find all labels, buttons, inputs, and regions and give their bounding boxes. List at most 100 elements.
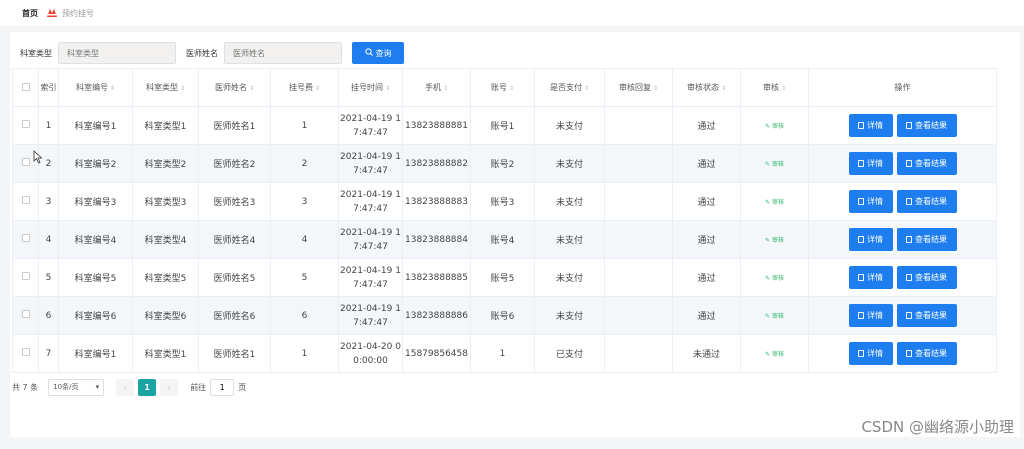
view-result-button[interactable]: 查看结果 bbox=[896, 266, 957, 289]
select-all-checkbox[interactable] bbox=[21, 82, 30, 91]
col-doctor[interactable]: 医师姓名 ⇕ bbox=[198, 68, 271, 107]
row-select-cell[interactable] bbox=[12, 334, 39, 373]
next-page-button[interactable]: › bbox=[160, 378, 179, 396]
detail-button[interactable]: 详情 bbox=[848, 266, 893, 289]
detail-button[interactable]: 详情 bbox=[848, 152, 893, 175]
col-dept-type[interactable]: 科室类型 ⇕ bbox=[132, 68, 199, 107]
row-checkbox[interactable] bbox=[21, 120, 30, 128]
sort-icon[interactable]: ⇕ bbox=[721, 85, 726, 92]
row-select-cell[interactable] bbox=[12, 182, 39, 221]
cell-audit: ✎ 审核 bbox=[740, 144, 809, 183]
sort-icon[interactable]: ⇕ bbox=[653, 85, 658, 92]
col-fee[interactable]: 挂号费 ⇕ bbox=[270, 68, 339, 107]
row-select-cell[interactable] bbox=[12, 258, 39, 297]
col-account[interactable]: 账号 ⇕ bbox=[470, 68, 535, 107]
view-result-button[interactable]: 查看结果 bbox=[896, 228, 957, 251]
breadcrumb-current[interactable]: 预约挂号 bbox=[62, 8, 94, 19]
view-result-button[interactable]: 查看结果 bbox=[896, 114, 957, 137]
sort-icon[interactable]: ⇕ bbox=[781, 85, 786, 92]
edit-icon: ✎ bbox=[765, 198, 771, 206]
dept-type-input[interactable] bbox=[58, 42, 176, 64]
table-row: 2 科室编号2 科室类型2 医师姓名2 2 2021-04-19 1 7:47:47 1382… bbox=[12, 144, 997, 183]
cell-phone: 15879856458 bbox=[402, 334, 471, 373]
cell-doctor: 医师姓名1 bbox=[198, 334, 271, 373]
cell-dept-no: 科室编号1 bbox=[58, 334, 133, 373]
detail-button[interactable]: 详情 bbox=[848, 304, 893, 327]
breadcrumb-home[interactable]: 首页 bbox=[22, 8, 38, 19]
detail-button[interactable]: 详情 bbox=[848, 342, 893, 365]
row-checkbox[interactable] bbox=[21, 272, 30, 280]
cell-time-line1: 2021-04-19 1 bbox=[340, 113, 401, 124]
page-button-current[interactable]: 1 bbox=[138, 378, 157, 396]
cell-phone: 13823888883 bbox=[402, 182, 471, 221]
cell-audit: ✎ 审核 bbox=[740, 334, 809, 373]
detail-button[interactable]: 详情 bbox=[848, 190, 893, 213]
row-checkbox[interactable] bbox=[21, 310, 30, 318]
audit-link[interactable]: ✎ 审核 bbox=[765, 275, 784, 282]
document-icon bbox=[906, 312, 912, 319]
prev-page-button[interactable]: ‹ bbox=[116, 378, 135, 396]
query-button[interactable]: 查询 bbox=[352, 42, 404, 64]
row-checkbox[interactable] bbox=[21, 196, 30, 204]
col-audit[interactable]: 审核 ⇕ bbox=[740, 68, 809, 107]
row-checkbox[interactable] bbox=[21, 234, 30, 242]
watermark: CSDN @幽络源小助理 bbox=[861, 418, 1014, 436]
col-dept-no[interactable]: 科室编号 ⇕ bbox=[58, 68, 133, 107]
audit-link[interactable]: ✎ 审核 bbox=[765, 123, 784, 130]
select-all-cell[interactable] bbox=[12, 68, 39, 107]
audit-link[interactable]: ✎ 审核 bbox=[765, 161, 784, 168]
cell-status: 通过 bbox=[672, 258, 741, 297]
audit-link[interactable]: ✎ 审核 bbox=[765, 199, 784, 206]
cell-time: 2021-04-19 1 7:47:47 bbox=[338, 144, 403, 183]
table-row: 3 科室编号3 科室类型3 医师姓名3 3 2021-04-19 1 7:47:47 1382… bbox=[12, 182, 997, 221]
cell-index: 3 bbox=[38, 182, 59, 221]
document-icon bbox=[858, 350, 864, 357]
sort-icon[interactable]: ⇕ bbox=[385, 85, 390, 92]
audit-link[interactable]: ✎ 审核 bbox=[765, 351, 784, 358]
cell-doctor: 医师姓名1 bbox=[198, 106, 271, 145]
cell-fee: 2 bbox=[270, 144, 339, 183]
row-select-cell[interactable] bbox=[12, 220, 39, 259]
cell-doctor: 医师姓名2 bbox=[198, 144, 271, 183]
row-checkbox[interactable] bbox=[21, 158, 30, 166]
pagination: 共 7 条 10条/页 ▾ ‹ 1 › 前往 页 bbox=[12, 378, 246, 396]
row-select-cell[interactable] bbox=[12, 106, 39, 145]
detail-button[interactable]: 详情 bbox=[848, 228, 893, 251]
col-reply[interactable]: 审核回复 ⇕ bbox=[604, 68, 673, 107]
detail-button[interactable]: 详情 bbox=[848, 114, 893, 137]
cell-fee: 4 bbox=[270, 220, 339, 259]
view-result-button[interactable]: 查看结果 bbox=[896, 304, 957, 327]
cell-phone: 13823888882 bbox=[402, 144, 471, 183]
cell-fee: 6 bbox=[270, 296, 339, 335]
sort-icon[interactable]: ⇕ bbox=[110, 85, 115, 92]
cell-reply bbox=[604, 182, 673, 221]
cell-time: 2021-04-19 1 7:47:47 bbox=[338, 296, 403, 335]
sort-icon[interactable]: ⇕ bbox=[584, 85, 589, 92]
row-checkbox[interactable] bbox=[21, 348, 30, 356]
view-result-button[interactable]: 查看结果 bbox=[896, 152, 957, 175]
view-result-button[interactable]: 查看结果 bbox=[896, 342, 957, 365]
page-size-select[interactable]: 10条/页 ▾ bbox=[48, 378, 105, 396]
document-icon bbox=[858, 274, 864, 281]
sort-icon[interactable]: ⇕ bbox=[443, 85, 448, 92]
sort-icon[interactable]: ⇕ bbox=[509, 85, 514, 92]
col-paid[interactable]: 是否支付 ⇕ bbox=[534, 68, 605, 107]
breadcrumb: 首页 预约挂号 bbox=[0, 0, 1024, 26]
sort-icon[interactable]: ⇕ bbox=[249, 85, 254, 92]
audit-link[interactable]: ✎ 审核 bbox=[765, 237, 784, 244]
sort-icon[interactable]: ⇕ bbox=[315, 85, 320, 92]
view-result-button[interactable]: 查看结果 bbox=[896, 190, 957, 213]
col-status[interactable]: 审核状态 ⇕ bbox=[672, 68, 741, 107]
sort-icon[interactable]: ⇕ bbox=[180, 85, 185, 92]
goto-page-input[interactable] bbox=[210, 378, 235, 396]
col-phone[interactable]: 手机 ⇕ bbox=[402, 68, 471, 107]
cell-time-line2: 7:47:47 bbox=[353, 127, 388, 138]
audit-link[interactable]: ✎ 审核 bbox=[765, 313, 784, 320]
col-time[interactable]: 挂号时间 ⇕ bbox=[338, 68, 403, 107]
cell-account: 账号6 bbox=[470, 296, 535, 335]
cell-status: 未通过 bbox=[672, 334, 741, 373]
cell-account: 账号2 bbox=[470, 144, 535, 183]
row-select-cell[interactable] bbox=[12, 296, 39, 335]
doctor-name-input[interactable] bbox=[224, 42, 342, 64]
cell-fee: 3 bbox=[270, 182, 339, 221]
